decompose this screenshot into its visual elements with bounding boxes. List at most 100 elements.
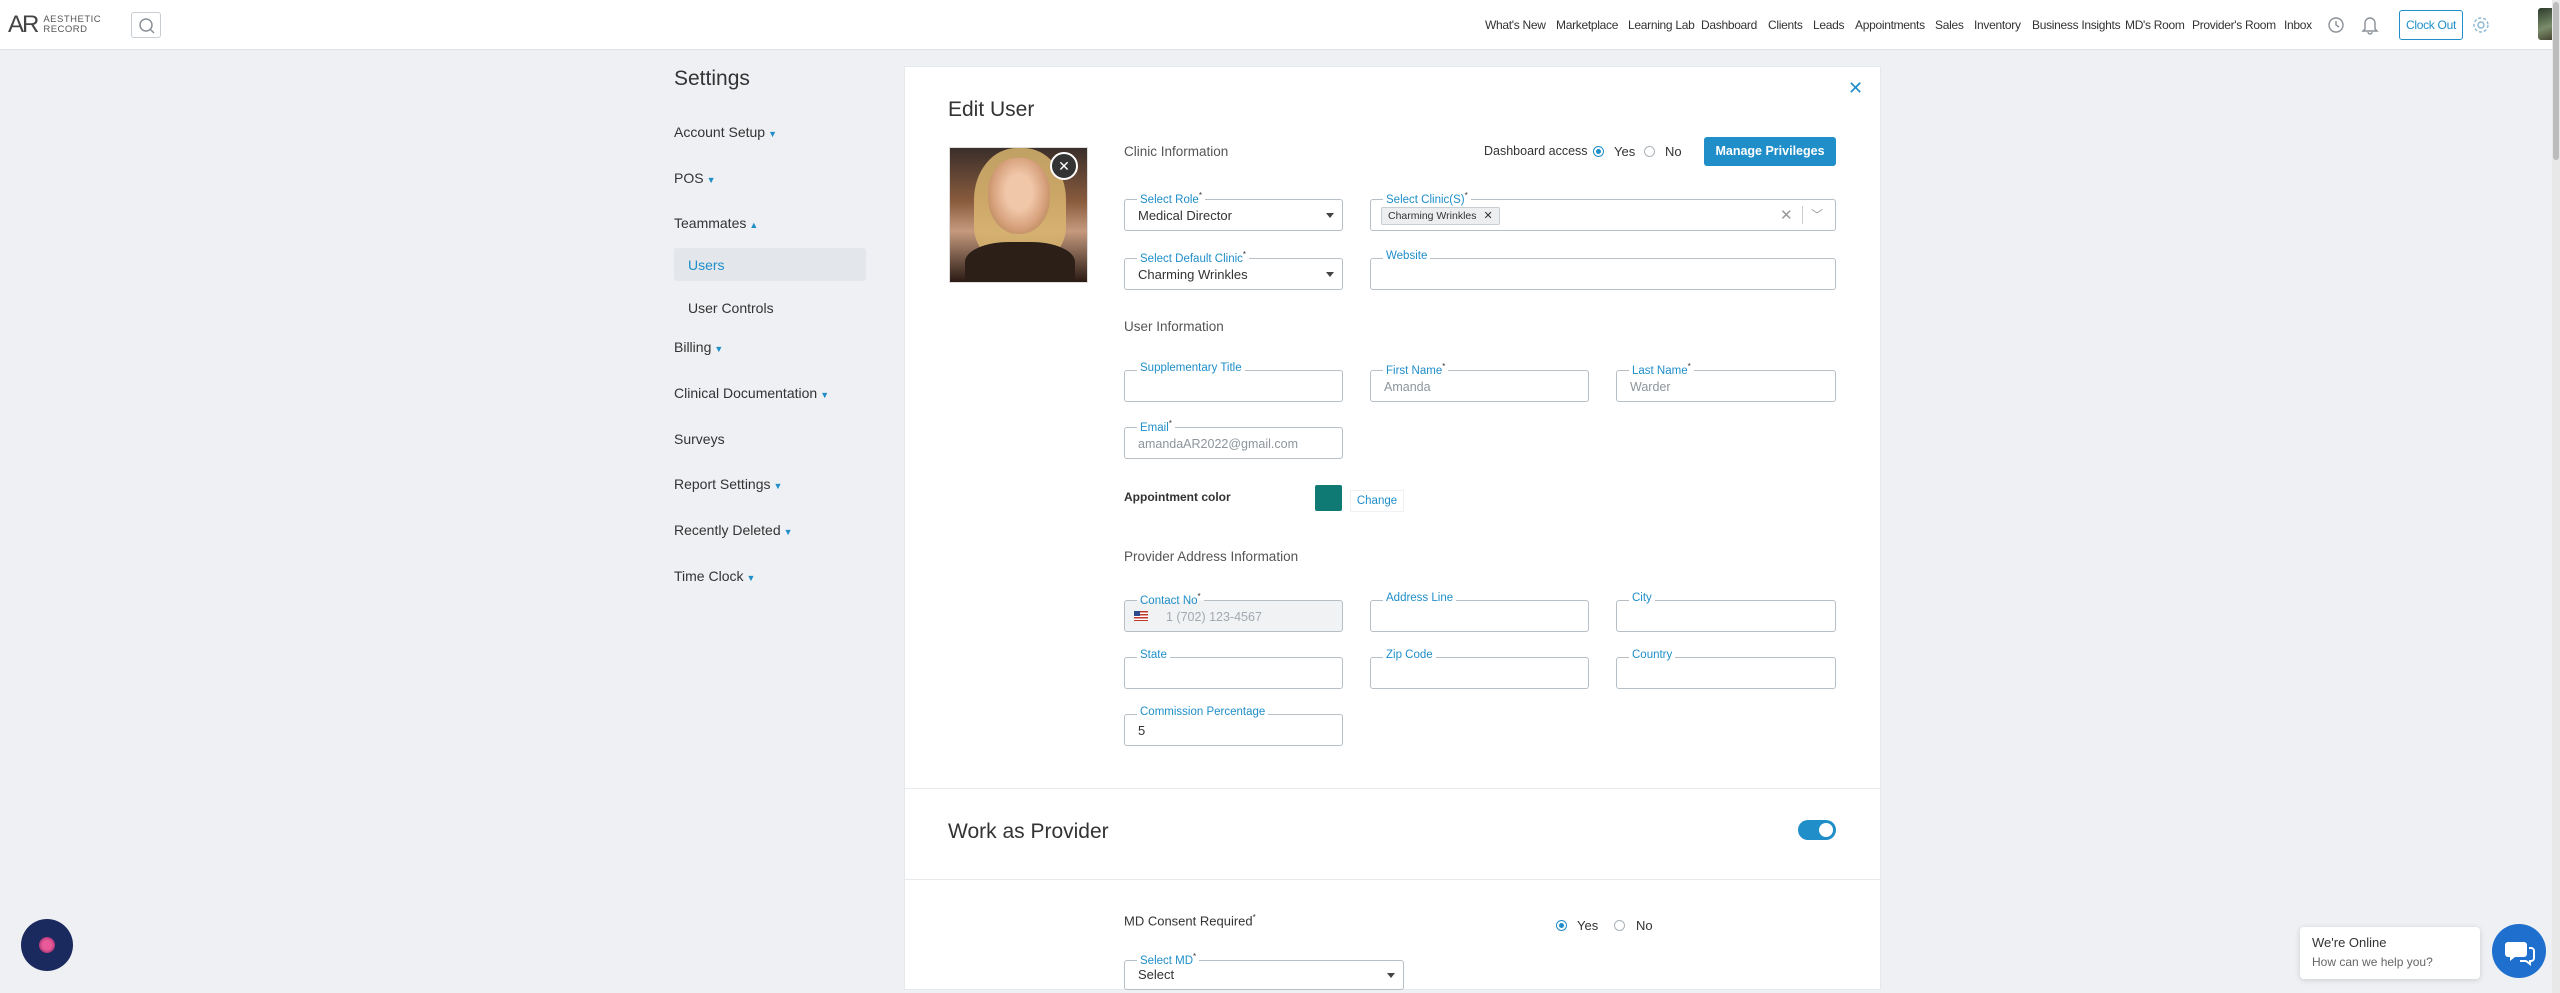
chat-online-title: We're Online <box>2312 935 2387 950</box>
section-divider <box>905 879 1880 880</box>
app-logo[interactable]: AR AESTHETIC RECORD <box>8 11 102 38</box>
nav-dashboard[interactable]: Dashboard <box>1701 18 1757 32</box>
nav-whats-new[interactable]: What's New <box>1485 18 1546 32</box>
gear-icon[interactable] <box>2471 15 2491 35</box>
md-consent-no-radio[interactable] <box>1614 920 1625 931</box>
chevron-down-icon: ▼ <box>820 390 830 400</box>
caret-down-icon <box>1326 272 1334 277</box>
dashboard-access-label: Dashboard access <box>1484 144 1588 158</box>
select-clinics-multiselect[interactable]: Select Clinic(S)* Charming Wrinkles ✕ ✕ ﹀ <box>1370 191 1836 231</box>
city-field[interactable]: City <box>1616 592 1836 632</box>
md-consent-yes-radio[interactable] <box>1556 920 1567 931</box>
nav-mds-room[interactable]: MD's Room <box>2125 18 2185 32</box>
nav-providers-room[interactable]: Provider's Room <box>2192 18 2276 32</box>
sidebar-item-report-settings[interactable]: Report Settings ▼ <box>674 476 782 492</box>
chevron-down-icon: ▼ <box>773 481 783 491</box>
scrollbar-thumb[interactable] <box>2553 2 2559 160</box>
assistant-launcher-button[interactable] <box>21 919 73 971</box>
appointment-color-label: Appointment color <box>1124 490 1231 504</box>
chat-online-subtitle: How can we help you? <box>2312 955 2433 969</box>
nav-leads[interactable]: Leads <box>1813 18 1845 32</box>
md-consent-yes-label: Yes <box>1577 918 1599 933</box>
nav-inbox[interactable]: Inbox <box>2284 18 2312 32</box>
appointment-color-swatch[interactable] <box>1315 485 1342 511</box>
sidebar-item-pos[interactable]: POS ▼ <box>674 170 716 186</box>
chevron-down-icon: ▼ <box>768 129 777 139</box>
first-name-field[interactable]: First Name* Amanda <box>1370 362 1589 402</box>
sidebar-subitem-user-controls[interactable]: User Controls <box>688 300 774 316</box>
contact-no-field[interactable]: Contact No* 1 (702) 123-4567 <box>1124 592 1343 632</box>
clock-icon[interactable] <box>2327 16 2345 34</box>
caret-down-icon <box>1326 213 1334 218</box>
commission-percentage-field[interactable]: Commission Percentage 5 <box>1124 706 1343 746</box>
sidebar-item-time-clock[interactable]: Time Clock ▼ <box>674 568 755 584</box>
select-md-dropdown[interactable]: Select MD* Select <box>1124 952 1404 990</box>
clear-icon[interactable]: ✕ <box>1780 206 1793 224</box>
chevron-down-icon: ▼ <box>706 175 716 185</box>
nav-appointments[interactable]: Appointments <box>1855 18 1925 32</box>
us-flag-icon[interactable] <box>1134 611 1148 621</box>
sidebar-item-account-setup[interactable]: Account Setup ▼ <box>674 124 777 140</box>
sidebar-item-clinical-documentation[interactable]: Clinical Documentation ▼ <box>674 385 829 401</box>
chevron-down-icon: ▼ <box>714 344 724 354</box>
divider <box>1802 206 1803 224</box>
settings-title: Settings <box>674 67 750 90</box>
sidebar-item-surveys[interactable]: Surveys <box>674 431 725 447</box>
address-line-field[interactable]: Address Line <box>1370 592 1589 632</box>
dashboard-access-no-label: No <box>1665 144 1682 159</box>
work-as-provider-toggle[interactable] <box>1798 820 1836 840</box>
clinic-chip: Charming Wrinkles ✕ <box>1381 207 1500 225</box>
top-navigation-bar: AR AESTHETIC RECORD What's New Marketplac… <box>0 0 2560 50</box>
nav-inventory[interactable]: Inventory <box>1974 18 2021 32</box>
email-field[interactable]: Email* amandaAR2022@gmail.com <box>1124 419 1343 459</box>
select-default-clinic-dropdown[interactable]: Select Default Clinic* Charming Wrinkles <box>1124 250 1343 290</box>
search-icon <box>139 18 155 34</box>
country-field[interactable]: Country <box>1616 649 1836 689</box>
search-button[interactable] <box>131 12 161 38</box>
bell-icon[interactable] <box>2361 15 2379 35</box>
chevron-down-icon: ▼ <box>746 573 756 583</box>
dashboard-access-yes-label: Yes <box>1614 144 1636 159</box>
clock-out-button[interactable]: Clock Out <box>2399 10 2463 40</box>
dashboard-access-no-radio[interactable] <box>1644 146 1655 157</box>
work-as-provider-title: Work as Provider <box>948 820 1109 843</box>
sidebar-subitem-users[interactable]: Users <box>688 257 725 273</box>
logo-text: AESTHETIC RECORD <box>43 14 102 35</box>
nav-sales[interactable]: Sales <box>1935 18 1964 32</box>
section-divider <box>905 788 1880 789</box>
manage-privileges-button[interactable]: Manage Privileges <box>1704 137 1836 166</box>
md-consent-no-label: No <box>1636 918 1653 933</box>
md-consent-label: MD Consent Required* <box>1124 913 1256 929</box>
sidebar-item-recently-deleted[interactable]: Recently Deleted ▼ <box>674 522 793 538</box>
nav-learning-lab[interactable]: Learning Lab <box>1628 18 1695 32</box>
state-field[interactable]: State <box>1124 649 1343 689</box>
nav-marketplace[interactable]: Marketplace <box>1556 18 1618 32</box>
select-role-value: Medical Director <box>1138 208 1232 223</box>
chat-button[interactable] <box>2492 924 2546 978</box>
sidebar-item-billing[interactable]: Billing ▼ <box>674 339 723 355</box>
edit-user-title: Edit User <box>948 98 1035 121</box>
close-icon[interactable]: ✕ <box>1848 78 1863 99</box>
sidebar-item-teammates[interactable]: Teammates ▲ <box>674 215 758 231</box>
logo-mark: AR <box>8 11 39 38</box>
last-name-field[interactable]: Last Name* Warder <box>1616 362 1836 402</box>
dashboard-access-yes-radio[interactable] <box>1593 146 1604 157</box>
website-field[interactable]: Website <box>1370 250 1836 290</box>
caret-down-icon <box>1387 973 1395 978</box>
select-default-clinic-value: Charming Wrinkles <box>1138 267 1248 282</box>
remove-photo-icon[interactable]: ✕ <box>1050 152 1078 180</box>
select-role-dropdown[interactable]: Select Role* Medical Director <box>1124 191 1343 231</box>
supplementary-title-field[interactable]: Supplementary Title <box>1124 362 1343 402</box>
chevron-down-icon[interactable]: ﹀ <box>1811 206 1823 223</box>
user-information-label: User Information <box>1124 319 1224 334</box>
change-color-button[interactable]: Change <box>1350 490 1404 512</box>
chevron-up-icon: ▲ <box>749 220 759 230</box>
chat-icon <box>2505 942 2535 966</box>
chevron-down-icon: ▼ <box>783 527 793 537</box>
provider-address-label: Provider Address Information <box>1124 549 1299 564</box>
zip-code-field[interactable]: Zip Code <box>1370 649 1589 689</box>
nav-business-insights[interactable]: Business Insights <box>2032 18 2121 32</box>
nav-clients[interactable]: Clients <box>1768 18 1803 32</box>
chip-remove-icon[interactable]: ✕ <box>1484 210 1493 222</box>
clinic-information-label: Clinic Information <box>1124 144 1229 159</box>
